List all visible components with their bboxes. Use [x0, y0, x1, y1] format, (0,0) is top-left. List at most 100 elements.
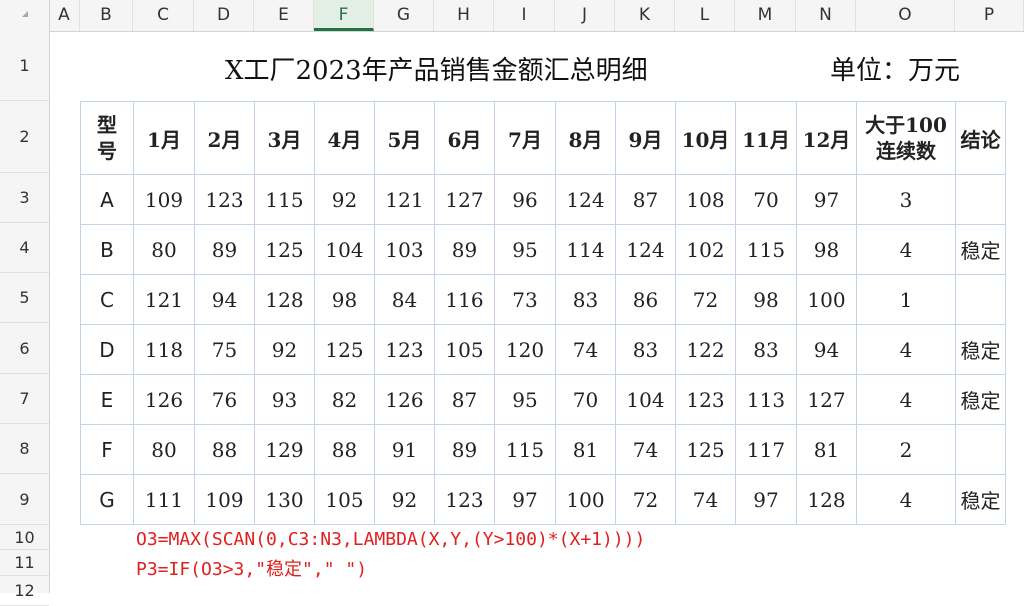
column-header-i[interactable]: I [494, 0, 555, 31]
cell-value[interactable]: 98 [735, 274, 797, 325]
header-cell-month[interactable]: 11月 [735, 101, 797, 175]
row-header-3[interactable]: 3 [0, 173, 49, 223]
cell-model[interactable]: B [80, 224, 134, 275]
cell-conclusion[interactable]: 稳定 [955, 374, 1006, 425]
cell-model[interactable]: G [80, 474, 134, 525]
cell-value[interactable]: 121 [133, 274, 195, 325]
cell-value[interactable]: 105 [434, 324, 495, 375]
cell-value[interactable]: 115 [494, 424, 556, 475]
cell-value[interactable]: 89 [434, 424, 495, 475]
row-header-8[interactable]: 8 [0, 424, 49, 474]
cell-value[interactable]: 120 [494, 324, 556, 375]
cell-value[interactable]: 88 [194, 424, 255, 475]
cell-value[interactable]: 125 [254, 224, 315, 275]
cell-value[interactable]: 122 [675, 324, 736, 375]
cell-value[interactable]: 125 [314, 324, 375, 375]
cell-value[interactable]: 92 [254, 324, 315, 375]
cell-value[interactable]: 74 [555, 324, 616, 375]
cell-value[interactable]: 108 [675, 174, 736, 225]
cell-value[interactable]: 96 [494, 174, 556, 225]
cell-value[interactable]: 74 [675, 474, 736, 525]
cell-value[interactable]: 128 [796, 474, 857, 525]
column-header-h[interactable]: H [434, 0, 494, 31]
cell-streak[interactable]: 4 [856, 324, 956, 375]
cell-value[interactable]: 83 [615, 324, 676, 375]
cell-value[interactable]: 88 [314, 424, 375, 475]
cell-value[interactable]: 95 [494, 374, 556, 425]
cell-value[interactable]: 102 [675, 224, 736, 275]
header-cell-month[interactable]: 4月 [314, 101, 375, 175]
cell-value[interactable]: 92 [314, 174, 375, 225]
row-header-1[interactable]: 1 [0, 31, 49, 101]
header-cell-month[interactable]: 7月 [494, 101, 556, 175]
column-header-b[interactable]: B [80, 0, 133, 31]
cell-value[interactable]: 127 [796, 374, 857, 425]
row-header-9[interactable]: 9 [0, 474, 49, 525]
cell-streak[interactable]: 4 [856, 474, 956, 525]
cell-value[interactable]: 129 [254, 424, 315, 475]
cell-value[interactable]: 70 [735, 174, 797, 225]
column-header-c[interactable]: C [133, 0, 194, 31]
cell-value[interactable]: 89 [434, 224, 495, 275]
cell-value[interactable]: 104 [615, 374, 676, 425]
cell-value[interactable]: 80 [133, 424, 195, 475]
cell-value[interactable]: 83 [555, 274, 616, 325]
cell-value[interactable]: 105 [314, 474, 375, 525]
column-header-n[interactable]: N [796, 0, 856, 31]
header-cell-conclusion[interactable]: 结论 [955, 101, 1006, 175]
cell-value[interactable]: 113 [735, 374, 797, 425]
cell-value[interactable]: 75 [194, 324, 255, 375]
column-header-o[interactable]: O [856, 0, 955, 31]
cell-conclusion[interactable] [955, 174, 1006, 225]
header-cell-month[interactable]: 9月 [615, 101, 676, 175]
cell-value[interactable]: 111 [133, 474, 195, 525]
column-header-k[interactable]: K [615, 0, 675, 31]
cell-value[interactable]: 87 [615, 174, 676, 225]
cell-value[interactable]: 123 [194, 174, 255, 225]
cell-value[interactable]: 116 [434, 274, 495, 325]
sheet-title[interactable]: X工厂2023年产品销售金额汇总明细 [225, 50, 648, 87]
cell-value[interactable]: 123 [374, 324, 435, 375]
cell-value[interactable]: 125 [675, 424, 736, 475]
header-cell-month[interactable]: 12月 [796, 101, 857, 175]
cell-streak[interactable]: 1 [856, 274, 956, 325]
cell-value[interactable]: 97 [796, 174, 857, 225]
cell-value[interactable]: 76 [194, 374, 255, 425]
cell-value[interactable]: 83 [735, 324, 797, 375]
header-cell-month[interactable]: 6月 [434, 101, 495, 175]
cell-value[interactable]: 72 [675, 274, 736, 325]
cell-value[interactable]: 98 [314, 274, 375, 325]
cell-conclusion[interactable]: 稳定 [955, 324, 1006, 375]
cell-value[interactable]: 127 [434, 174, 495, 225]
column-header-a[interactable]: A [49, 0, 80, 31]
row-header-6[interactable]: 6 [0, 323, 49, 374]
cell-conclusion[interactable] [955, 274, 1006, 325]
cell-value[interactable]: 123 [675, 374, 736, 425]
cell-model[interactable]: C [80, 274, 134, 325]
cell-model[interactable]: D [80, 324, 134, 375]
row-header-5[interactable]: 5 [0, 273, 49, 323]
row-header-10[interactable]: 10 [0, 525, 49, 550]
cell-conclusion[interactable] [955, 424, 1006, 475]
formula-note-o3[interactable]: O3=MAX(SCAN(0,C3:N3,LAMBDA(X,Y,(Y>100)*(… [136, 529, 645, 550]
cell-value[interactable]: 84 [374, 274, 435, 325]
row-header-11[interactable]: 11 [0, 550, 49, 576]
column-header-l[interactable]: L [675, 0, 735, 31]
cell-value[interactable]: 73 [494, 274, 556, 325]
cell-streak[interactable]: 4 [856, 374, 956, 425]
cell-value[interactable]: 81 [796, 424, 857, 475]
cell-value[interactable]: 80 [133, 224, 195, 275]
header-cell-streak[interactable]: 大于100 连续数 [856, 101, 956, 175]
header-cell-month[interactable]: 2月 [194, 101, 255, 175]
cell-value[interactable]: 121 [374, 174, 435, 225]
cell-value[interactable]: 103 [374, 224, 435, 275]
row-header-12[interactable]: 12 [0, 576, 49, 606]
cell-value[interactable]: 109 [133, 174, 195, 225]
cell-value[interactable]: 93 [254, 374, 315, 425]
cell-model[interactable]: F [80, 424, 134, 475]
cell-value[interactable]: 81 [555, 424, 616, 475]
cell-value[interactable]: 95 [494, 224, 556, 275]
cell-value[interactable]: 124 [615, 224, 676, 275]
header-cell-month[interactable]: 8月 [555, 101, 616, 175]
row-header-7[interactable]: 7 [0, 374, 49, 424]
